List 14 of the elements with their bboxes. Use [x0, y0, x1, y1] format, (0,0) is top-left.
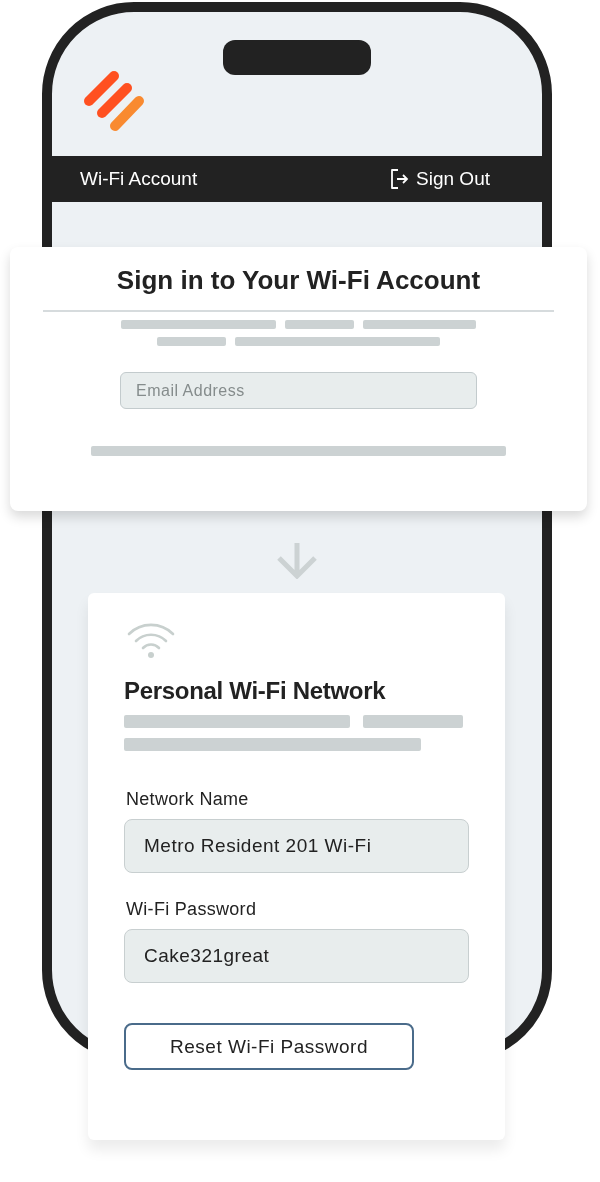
input-field[interactable]: Cake321great: [124, 929, 469, 983]
sign-out-link[interactable]: Sign Out: [389, 168, 490, 190]
header-title: Wi-Fi Account: [80, 168, 198, 190]
wifi-icon: [127, 623, 175, 659]
field-label: Network Name: [126, 789, 249, 810]
field-label: Wi-Fi Password: [126, 899, 257, 920]
card-title: Personal Wi-Fi Network: [124, 677, 386, 705]
sign-out-icon: [389, 168, 410, 190]
card-title: Sign in to Your Wi-Fi Account: [116, 265, 481, 295]
input-field[interactable]: Metro Resident 201 Wi-Fi: [124, 819, 469, 873]
reset-button[interactable]: Reset Wi-Fi Password: [124, 1023, 414, 1070]
down-arrow-icon: [276, 541, 318, 579]
email-field[interactable]: Email Address: [120, 372, 477, 409]
logo-icon: [83, 70, 145, 132]
